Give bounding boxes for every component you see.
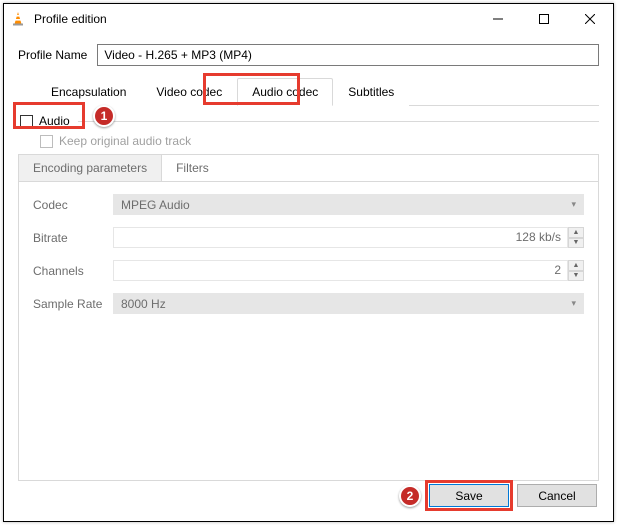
minimize-button[interactable] xyxy=(475,4,521,34)
annotation-callout-2: 2 xyxy=(399,485,421,507)
channels-spinner[interactable]: 2 ▲ ▼ xyxy=(113,260,584,281)
sub-tab-filters[interactable]: Filters xyxy=(162,155,223,181)
vlc-cone-icon xyxy=(10,11,26,27)
codec-combo[interactable]: MPEG Audio ▾ xyxy=(113,194,584,215)
tab-subtitles[interactable]: Subtitles xyxy=(333,78,409,106)
annotation-callout-1: 1 xyxy=(93,105,115,127)
titlebar[interactable]: Profile edition xyxy=(4,4,613,34)
channels-up-icon[interactable]: ▲ xyxy=(568,260,584,271)
save-button[interactable]: Save xyxy=(429,484,509,507)
keep-original-label: Keep original audio track xyxy=(59,134,191,148)
tab-video-codec[interactable]: Video codec xyxy=(141,78,237,106)
audio-checkbox[interactable] xyxy=(20,115,33,128)
sub-tab-encoding[interactable]: Encoding parameters xyxy=(19,155,162,181)
keep-original-checkbox[interactable] xyxy=(40,135,53,148)
codec-label: Codec xyxy=(33,198,103,212)
main-tabs: Encapsulation Video codec Audio codec Su… xyxy=(36,78,599,106)
sample-rate-value: 8000 Hz xyxy=(121,297,166,311)
channels-down-icon[interactable]: ▼ xyxy=(568,271,584,282)
tab-encapsulation[interactable]: Encapsulation xyxy=(36,78,141,106)
sample-rate-combo[interactable]: 8000 Hz ▾ xyxy=(113,293,584,314)
close-button[interactable] xyxy=(567,4,613,34)
maximize-button[interactable] xyxy=(521,4,567,34)
separator xyxy=(78,121,599,122)
bitrate-down-icon[interactable]: ▼ xyxy=(568,238,584,249)
bitrate-up-icon[interactable]: ▲ xyxy=(568,227,584,238)
encoding-panel: Encoding parameters Filters Codec MPEG A… xyxy=(18,154,599,481)
cancel-button[interactable]: Cancel xyxy=(517,484,597,507)
channels-label: Channels xyxy=(33,264,103,278)
window-title: Profile edition xyxy=(34,12,475,26)
codec-value: MPEG Audio xyxy=(121,198,190,212)
tab-audio-codec[interactable]: Audio codec xyxy=(237,78,333,106)
audio-checkbox-label: Audio xyxy=(39,114,70,128)
chevron-down-icon: ▾ xyxy=(571,199,576,210)
sample-rate-label: Sample Rate xyxy=(33,297,103,311)
bitrate-label: Bitrate xyxy=(33,231,103,245)
bitrate-spinner[interactable]: 128 kb/s ▲ ▼ xyxy=(113,227,584,248)
bitrate-value: 128 kb/s xyxy=(113,227,568,248)
channels-value: 2 xyxy=(113,260,568,281)
profile-name-label: Profile Name xyxy=(18,48,87,62)
chevron-down-icon: ▾ xyxy=(571,298,576,309)
profile-name-input[interactable] xyxy=(97,44,599,66)
